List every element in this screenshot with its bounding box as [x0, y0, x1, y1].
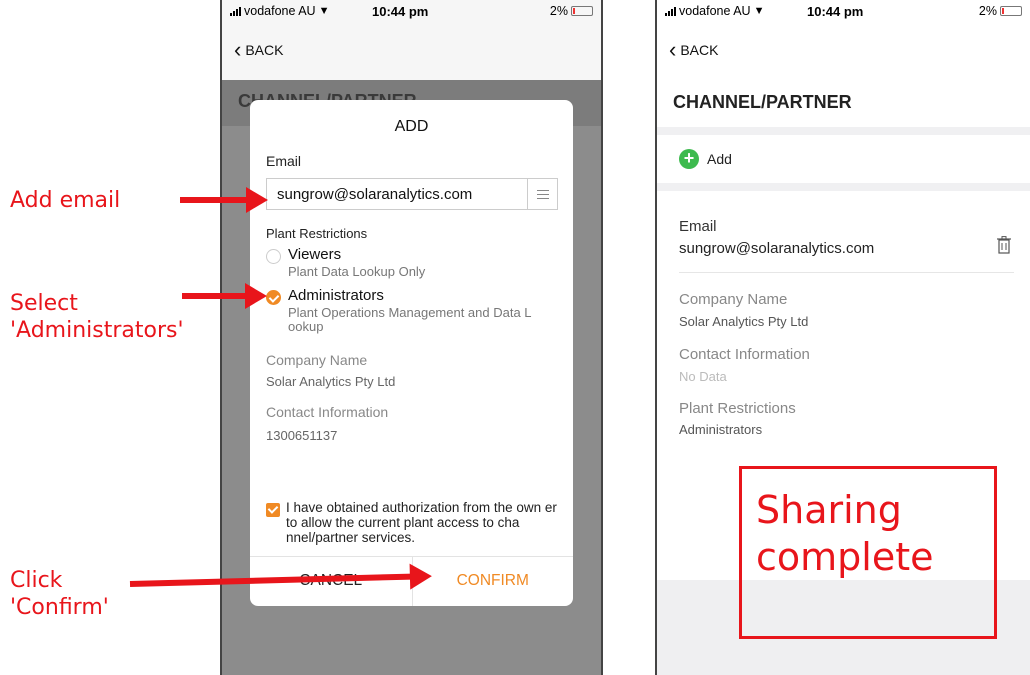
consent-text: I have obtained authorization from the o…	[286, 500, 557, 545]
confirm-button[interactable]: CONFIRM	[411, 557, 574, 606]
phone-partner-detail-screen: vodafone AU ▼ 10:44 pm 2% ‹ BACK CHANNEL…	[655, 0, 1030, 675]
carrier-indicator: vodafone AU ▼	[230, 4, 329, 18]
company-name-value: Solar Analytics Pty Ltd	[266, 374, 396, 389]
radio-checked-icon	[266, 290, 281, 305]
page-title: CHANNEL/PARTNER	[673, 92, 852, 112]
plant-restrictions-value: Administrators	[679, 422, 763, 437]
battery-icon	[1000, 6, 1022, 16]
add-partner-dialog: ADD Email sungrow@solaranalytics.com Pla…	[250, 100, 573, 606]
radio-viewers-desc: Plant Data Lookup Only	[288, 264, 426, 279]
status-bar: vodafone AU ▼ 10:44 pm 2%	[222, 0, 601, 22]
annotation-select-administrators: Select 'Administrators'	[10, 291, 184, 343]
battery-indicator: 2%	[979, 4, 1022, 18]
company-name-value: Solar Analytics Pty Ltd	[679, 314, 809, 329]
chevron-left-icon: ‹	[669, 37, 677, 62]
section-divider	[657, 127, 1030, 135]
contact-info-value: No Data	[679, 369, 727, 384]
plant-restrictions-label: Plant Restrictions	[679, 400, 796, 417]
signal-icon	[665, 6, 676, 16]
battery-indicator: 2%	[550, 4, 593, 18]
annotation-click-confirm: Click 'Confirm'	[10, 568, 109, 620]
status-time: 10:44 pm	[807, 4, 864, 19]
carrier-name: vodafone AU	[679, 4, 751, 18]
chevron-left-icon: ‹	[234, 37, 242, 62]
consent-checkbox[interactable]: I have obtained authorization from the o…	[266, 500, 566, 546]
back-label: BACK	[245, 42, 284, 58]
wifi-icon: ▼	[318, 5, 330, 17]
checkbox-checked-icon	[266, 503, 280, 517]
battery-percent: 2%	[978, 4, 997, 18]
email-value: sungrow@solaranalytics.com	[679, 240, 875, 257]
back-label: BACK	[680, 42, 719, 58]
company-name-label: Company Name	[266, 352, 368, 368]
annotation-sharing-complete-text: Sharing complete	[756, 488, 934, 579]
row-divider	[679, 272, 1014, 273]
contacts-menu-icon[interactable]	[527, 179, 557, 209]
contact-info-label: Contact Information	[679, 346, 810, 363]
email-field[interactable]: sungrow@solaranalytics.com	[266, 178, 558, 210]
add-label: Add	[707, 151, 732, 167]
radio-administrators[interactable]: Administrators Plant Operations Manageme…	[266, 287, 566, 335]
carrier-indicator: vodafone AU ▼	[665, 4, 764, 18]
status-bar: vodafone AU ▼ 10:44 pm 2%	[657, 0, 1030, 22]
email-label: Email	[266, 153, 302, 169]
signal-icon	[230, 6, 241, 16]
company-name-label: Company Name	[679, 291, 788, 308]
nav-bar: ‹ BACK	[222, 22, 601, 80]
back-button[interactable]: ‹ BACK	[234, 37, 284, 62]
email-value: sungrow@solaranalytics.com	[277, 186, 473, 203]
wifi-icon: ▼	[753, 5, 765, 17]
battery-icon	[571, 6, 593, 16]
status-time: 10:44 pm	[372, 4, 429, 19]
annotation-arrow-email	[180, 187, 268, 213]
radio-administrators-desc: Plant Operations Management and Data L o…	[288, 305, 532, 334]
add-icon: +	[679, 149, 699, 169]
back-button[interactable]: ‹ BACK	[669, 37, 719, 62]
annotation-sharing-complete: Sharing complete	[739, 466, 997, 639]
radio-unchecked-icon	[266, 249, 281, 264]
email-label: Email	[679, 218, 717, 235]
battery-percent: 2%	[549, 4, 568, 18]
carrier-name: vodafone AU	[244, 4, 316, 18]
plant-restrictions-label: Plant Restrictions	[266, 226, 368, 241]
contact-info-label: Contact Information	[266, 404, 389, 420]
contact-info-value: 1300651137	[266, 428, 338, 443]
dialog-title: ADD	[394, 118, 429, 135]
trash-icon[interactable]	[997, 236, 1011, 254]
annotation-arrow-administrators	[182, 283, 267, 309]
radio-viewers-label: Viewers	[288, 246, 342, 263]
nav-bar: ‹ BACK	[657, 22, 1030, 80]
radio-viewers[interactable]: Viewers Plant Data Lookup Only	[266, 246, 566, 282]
add-partner-button[interactable]: + Add	[679, 149, 732, 169]
radio-administrators-label: Administrators	[288, 287, 384, 304]
annotation-add-email: Add email	[10, 188, 121, 213]
section-divider	[657, 183, 1030, 191]
